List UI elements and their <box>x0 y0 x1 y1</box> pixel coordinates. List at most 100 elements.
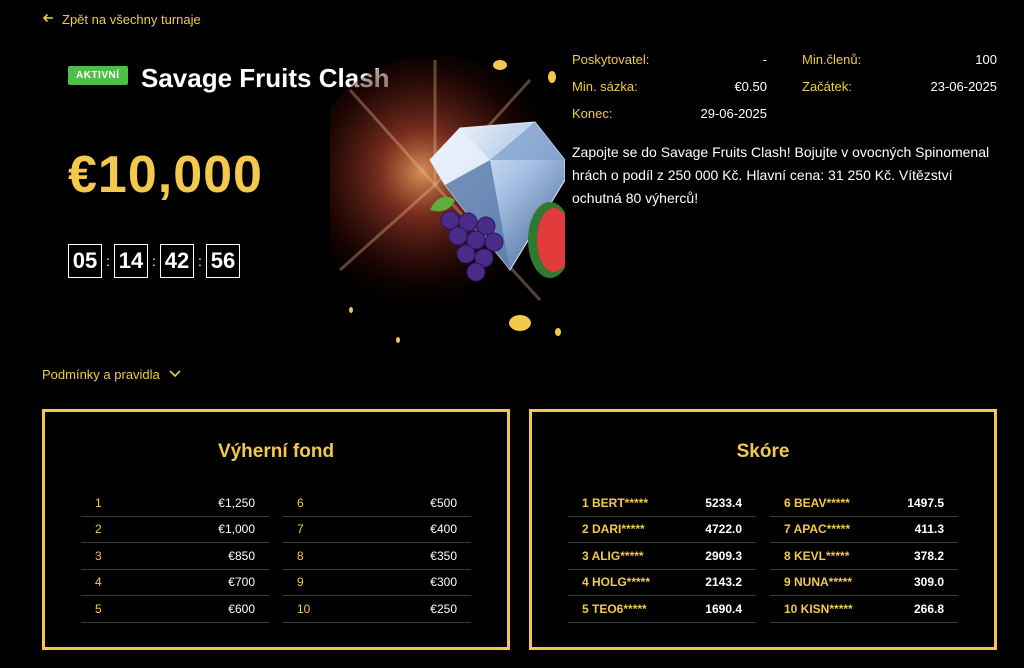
info-value: €0.50 <box>734 79 767 94</box>
info-label: Min.členů: <box>802 52 862 67</box>
info-value: 100 <box>975 52 997 67</box>
table-row: 2 €1,000 <box>81 517 269 543</box>
player-name: 4 HOLG***** <box>582 575 651 590</box>
info-label: Min. sázka: <box>572 79 638 94</box>
countdown-seconds: 56 <box>206 244 240 278</box>
info-label: Poskytovatel: <box>572 52 650 67</box>
chevron-down-icon <box>168 366 182 383</box>
game-artwork <box>330 50 565 350</box>
score-column: 1 BERT***** 5233.4 2 DARI***** 4722.0 3 AL… <box>568 490 756 623</box>
info-start: Začátek: 23-06-2025 <box>802 79 997 94</box>
countdown-minutes: 42 <box>160 244 194 278</box>
player-score: 2143.2 <box>705 575 742 590</box>
info-value: 29-06-2025 <box>700 106 768 121</box>
player-name: 1 BERT***** <box>582 495 649 510</box>
table-row: 9 NUNA***** 309.0 <box>770 570 958 596</box>
prize-rank: 8 <box>297 548 304 563</box>
player-score: 2909.3 <box>705 548 742 563</box>
countdown-hours: 14 <box>114 244 148 278</box>
player-name: 5 TEO6***** <box>582 601 647 616</box>
player-name: 3 ALIG***** <box>582 548 644 563</box>
prize-rank: 4 <box>95 575 102 590</box>
table-row: 8 €350 <box>283 543 471 570</box>
table-row: 6 BEAV***** 1497.5 <box>770 490 958 517</box>
table-row: 4 €700 <box>81 570 269 596</box>
player-score: 411.3 <box>914 522 944 537</box>
table-row: 5 TEO6***** 1690.4 <box>568 596 756 623</box>
prize-fund-column: 1 €1,250 2 €1,000 3 €850 4 €700 5 €600 <box>81 490 269 623</box>
player-score: 1497.5 <box>907 495 944 510</box>
back-to-tournaments-link[interactable]: Zpět na všechny turnaje <box>42 12 201 27</box>
table-row: 10 €250 <box>283 596 471 623</box>
player-score: 5233.4 <box>705 495 742 510</box>
player-score: 309.0 <box>913 575 944 590</box>
table-row: 7 APAC***** 411.3 <box>770 517 958 543</box>
info-min-bet: Min. sázka: €0.50 <box>572 79 767 94</box>
table-row: 8 KEVL***** 378.2 <box>770 543 958 570</box>
back-link-label: Zpět na všechny turnaje <box>62 12 201 27</box>
table-row: 10 KISN***** 266.8 <box>770 596 958 623</box>
rules-toggle-label: Podmínky a pravidla <box>42 367 160 382</box>
rules-toggle[interactable]: Podmínky a pravidla <box>42 366 182 383</box>
prize-amount-cell: €500 <box>430 495 457 510</box>
player-name: 6 BEAV***** <box>784 495 850 510</box>
score-panel: Skóre 1 BERT***** 5233.4 2 DARI***** 4722.… <box>529 409 997 650</box>
tournament-description: Zapojte se do Savage Fruits Clash! Bojuj… <box>572 144 990 206</box>
player-name: 8 KEVL***** <box>784 548 850 563</box>
info-value: - <box>762 52 767 67</box>
info-min-members: Min.členů: 100 <box>802 52 997 67</box>
score-column: 6 BEAV***** 1497.5 7 APAC***** 411.3 8 KEV… <box>770 490 958 623</box>
prize-amount-cell: €400 <box>430 522 457 537</box>
table-row: 6 €500 <box>283 490 471 517</box>
prize-amount-cell: €350 <box>430 548 457 563</box>
prize-amount-cell: €850 <box>228 548 255 563</box>
prize-amount-cell: €250 <box>430 601 457 616</box>
table-row: 1 €1,250 <box>81 490 269 517</box>
countdown-separator: : <box>198 253 202 269</box>
prize-amount-cell: €1,250 <box>218 495 255 510</box>
table-row: 3 ALIG***** 2909.3 <box>568 543 756 570</box>
table-row: 3 €850 <box>81 543 269 570</box>
player-score: 266.8 <box>913 601 944 616</box>
player-name: 9 NUNA***** <box>784 575 853 590</box>
prize-amount-cell: €700 <box>228 575 255 590</box>
player-name: 2 DARI***** <box>582 522 645 537</box>
player-score: 378.2 <box>913 548 944 563</box>
info-label: Začátek: <box>802 79 852 94</box>
prize-amount-cell: €1,000 <box>218 522 255 537</box>
player-name: 7 APAC***** <box>784 522 851 537</box>
player-score: 4722.0 <box>705 522 742 537</box>
table-row: 4 HOLG***** 2143.2 <box>568 570 756 596</box>
prize-fund-column: 6 €500 7 €400 8 €350 9 €300 10 €250 <box>283 490 471 623</box>
table-row: 2 DARI***** 4722.0 <box>568 517 756 543</box>
countdown-separator: : <box>106 253 110 269</box>
prize-fund-title: Výherní fond <box>217 441 335 462</box>
table-row: 7 €400 <box>283 517 471 543</box>
table-row: 5 €600 <box>81 596 269 623</box>
prize-rank: 9 <box>297 575 304 590</box>
countdown-separator: : <box>152 253 156 269</box>
table-row: 9 €300 <box>283 570 471 596</box>
arrow-left-icon <box>42 12 54 27</box>
table-row: 1 BERT***** 5233.4 <box>568 490 756 517</box>
player-name: 10 KISN***** <box>784 601 853 616</box>
prize-fund-panel: Výherní fond 1 €1,250 2 €1,000 3 €850 4 €700… <box>42 409 510 650</box>
status-badge: AKTIVNÍ <box>68 66 128 85</box>
info-provider: Poskytovatel: - <box>572 52 767 67</box>
prize-rank: 10 <box>297 601 311 616</box>
prize-rank: 5 <box>95 601 102 616</box>
info-end: Konec: 29-06-2025 <box>572 106 767 121</box>
prize-rank: 6 <box>297 495 304 510</box>
countdown-days: 05 <box>68 244 102 278</box>
prize-rank: 7 <box>297 522 304 537</box>
prize-amount: €10,000 <box>68 146 263 204</box>
countdown-timer: 05 : 14 : 42 : 56 <box>68 244 240 278</box>
prize-rank: 3 <box>95 548 102 563</box>
score-title: Skóre <box>736 441 790 462</box>
prize-amount-cell: €600 <box>228 601 255 616</box>
player-score: 1690.4 <box>705 601 742 616</box>
prize-rank: 2 <box>95 522 102 537</box>
prize-rank: 1 <box>95 495 102 510</box>
info-label: Konec: <box>572 106 613 121</box>
info-value: 23-06-2025 <box>930 79 998 94</box>
